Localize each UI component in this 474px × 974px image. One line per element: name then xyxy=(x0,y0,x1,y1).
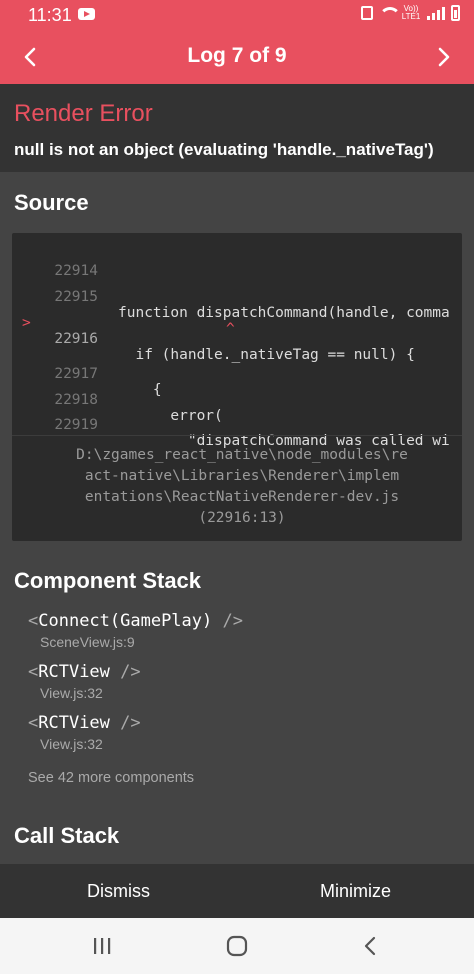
code-line: 22915 function dispatchCommand(handle, c… xyxy=(12,273,462,321)
system-navigation-bar xyxy=(0,918,474,974)
see-more-components-link[interactable]: See 42 more components xyxy=(28,770,194,786)
status-icons: Vo)) LTE1 xyxy=(361,5,460,21)
component-name: RCTView xyxy=(38,662,110,682)
file-location: (22916:13) xyxy=(198,510,286,526)
error-message: null is not an object (evaluating 'handl… xyxy=(14,140,434,159)
current-line-marker: > xyxy=(22,315,31,331)
component-location: View.js:32 xyxy=(40,736,103,752)
next-log-button[interactable] xyxy=(414,30,474,84)
component-name: RCTView xyxy=(38,713,110,733)
source-file-path[interactable]: D:\zgames_react_native\node_modules\re a… xyxy=(42,445,442,529)
back-button[interactable] xyxy=(330,918,410,974)
status-time: 11:31 xyxy=(28,5,72,25)
code-line: 22919 "dispatchCommand was called wi xyxy=(12,401,462,449)
back-icon xyxy=(364,936,376,956)
battery-icon xyxy=(451,5,460,21)
component-location: View.js:32 xyxy=(40,685,103,701)
youtube-notification-icon xyxy=(78,8,95,20)
log-header: Log 7 of 9 xyxy=(0,30,474,84)
minimize-button[interactable]: Minimize xyxy=(237,864,474,918)
recent-apps-icon xyxy=(94,938,111,954)
dismiss-button[interactable]: Dismiss xyxy=(0,864,237,918)
source-title: Source xyxy=(14,190,89,215)
log-content[interactable]: Source 22914 22915 function dispatchComm… xyxy=(0,172,474,864)
file-path-line: entations\ReactNativeRenderer-dev.js xyxy=(84,489,400,505)
lte-label: LTE1 xyxy=(401,12,421,21)
component-stack-title: Component Stack xyxy=(14,568,202,593)
log-title: Log 7 of 9 xyxy=(187,44,287,67)
code-line: 22918 error( xyxy=(12,376,462,424)
source-code-frame[interactable]: 22914 22915 function dispatchCommand(han… xyxy=(12,233,462,541)
code-line-highlighted: > 22916 if (handle._nativeTag == null) { xyxy=(12,299,462,363)
lock-icon xyxy=(361,6,373,20)
error-caret: ^ xyxy=(226,321,235,337)
status-bar: 11:31 Vo)) LTE1 xyxy=(0,0,474,30)
line-number: 22919 xyxy=(54,417,98,433)
error-summary: Render Error null is not an object (eval… xyxy=(0,84,474,172)
chevron-right-icon xyxy=(438,47,450,67)
code-line: 22917 { xyxy=(12,350,462,398)
volte-indicator: Vo)) LTE1 xyxy=(401,5,421,21)
component-name: Connect(GamePlay) xyxy=(38,611,213,631)
component-stack-item[interactable]: <RCTView /> View.js:32 xyxy=(28,713,141,752)
file-path-line: D:\zgames_react_native\node_modules\re xyxy=(76,447,408,463)
home-button[interactable] xyxy=(197,918,277,974)
file-path-line: act-native\Libraries\Renderer\implem xyxy=(84,468,400,484)
divider xyxy=(12,435,462,436)
call-stack-title: Call Stack xyxy=(14,823,120,848)
home-icon xyxy=(226,935,248,957)
wifi-icon xyxy=(379,6,401,20)
signal-icon xyxy=(427,6,445,20)
code-line: 22914 xyxy=(12,247,462,279)
action-bar: Dismiss Minimize xyxy=(0,864,474,918)
component-stack-item[interactable]: <Connect(GamePlay) /> SceneView.js:9 xyxy=(28,611,243,650)
component-stack-item[interactable]: <RCTView /> View.js:32 xyxy=(28,662,141,701)
component-location: SceneView.js:9 xyxy=(40,634,135,650)
line-number: 22916 xyxy=(54,331,98,347)
recent-apps-button[interactable] xyxy=(62,918,142,974)
error-heading: Render Error xyxy=(14,100,153,127)
